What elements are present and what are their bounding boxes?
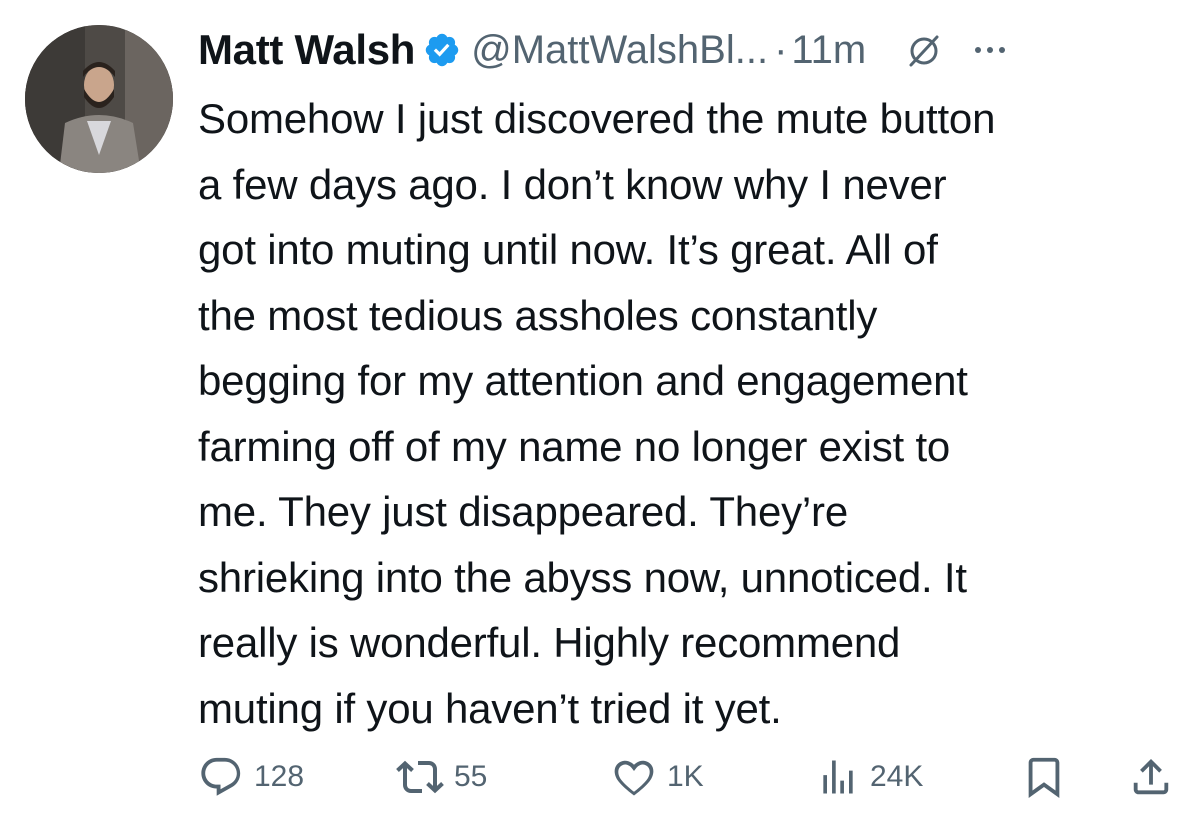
tweet-text-line: really is wonderful. Highly recommend — [198, 619, 901, 666]
views-button[interactable]: 24K — [816, 750, 923, 804]
bookmark-icon — [1028, 757, 1060, 798]
like-button[interactable]: 1K — [611, 750, 704, 804]
tweet-text-line: Somehow I just discovered the mute butto… — [198, 95, 996, 142]
tweet-text-line: begging for my attention and engagement — [198, 357, 968, 404]
retweet-count: 55 — [454, 760, 488, 793]
reply-icon — [201, 757, 241, 796]
muted-icon[interactable] — [904, 30, 944, 70]
avatar[interactable] — [25, 25, 173, 173]
timestamp[interactable]: 11m — [791, 28, 866, 73]
tweet-header: Matt Walsh @MattWalshBl... · 11m — [198, 22, 1188, 78]
tweet-text-line: me. They just disappeared. They’re — [198, 488, 849, 535]
reply-button[interactable]: 128 — [198, 750, 304, 804]
views-count: 24K — [870, 760, 924, 793]
tweet-text-line: a few days ago. I don’t know why I never — [198, 160, 947, 208]
tweet-text-line: shrieking into the abyss now, unnoticed.… — [198, 553, 967, 601]
bookmark-button[interactable] — [1021, 750, 1067, 804]
verified-badge-icon[interactable] — [423, 31, 461, 69]
tweet-text-line: got into muting until now. It’s great. A… — [198, 226, 938, 273]
views-chart-icon — [823, 760, 853, 794]
avatar-image — [25, 25, 173, 173]
tweet-text: Somehow I just discovered the mute butto… — [198, 86, 1188, 741]
tweet-text-line: farming off of my name no longer exist t… — [198, 422, 951, 470]
tweet: Matt Walsh @MattWalshBl... · 11m Somehow… — [0, 0, 1200, 823]
display-name[interactable]: Matt Walsh — [198, 26, 415, 74]
share-icon — [1133, 758, 1169, 795]
more-icon[interactable] — [970, 30, 1010, 70]
retweet-button[interactable]: 55 — [396, 750, 487, 804]
tweet-text-line: muting if you haven’t tried it yet. — [198, 684, 782, 732]
share-button[interactable] — [1128, 750, 1174, 804]
reply-count: 128 — [254, 760, 305, 793]
heart-icon — [614, 760, 654, 796]
handle[interactable]: @MattWalshBl... — [471, 28, 768, 73]
like-count: 1K — [667, 760, 704, 793]
tweet-text-line: the most tedious assholes constantly — [198, 291, 878, 339]
action-bar: 128 55 1K 24K — [198, 750, 1173, 804]
separator: · — [774, 27, 788, 72]
retweet-icon — [396, 760, 444, 794]
